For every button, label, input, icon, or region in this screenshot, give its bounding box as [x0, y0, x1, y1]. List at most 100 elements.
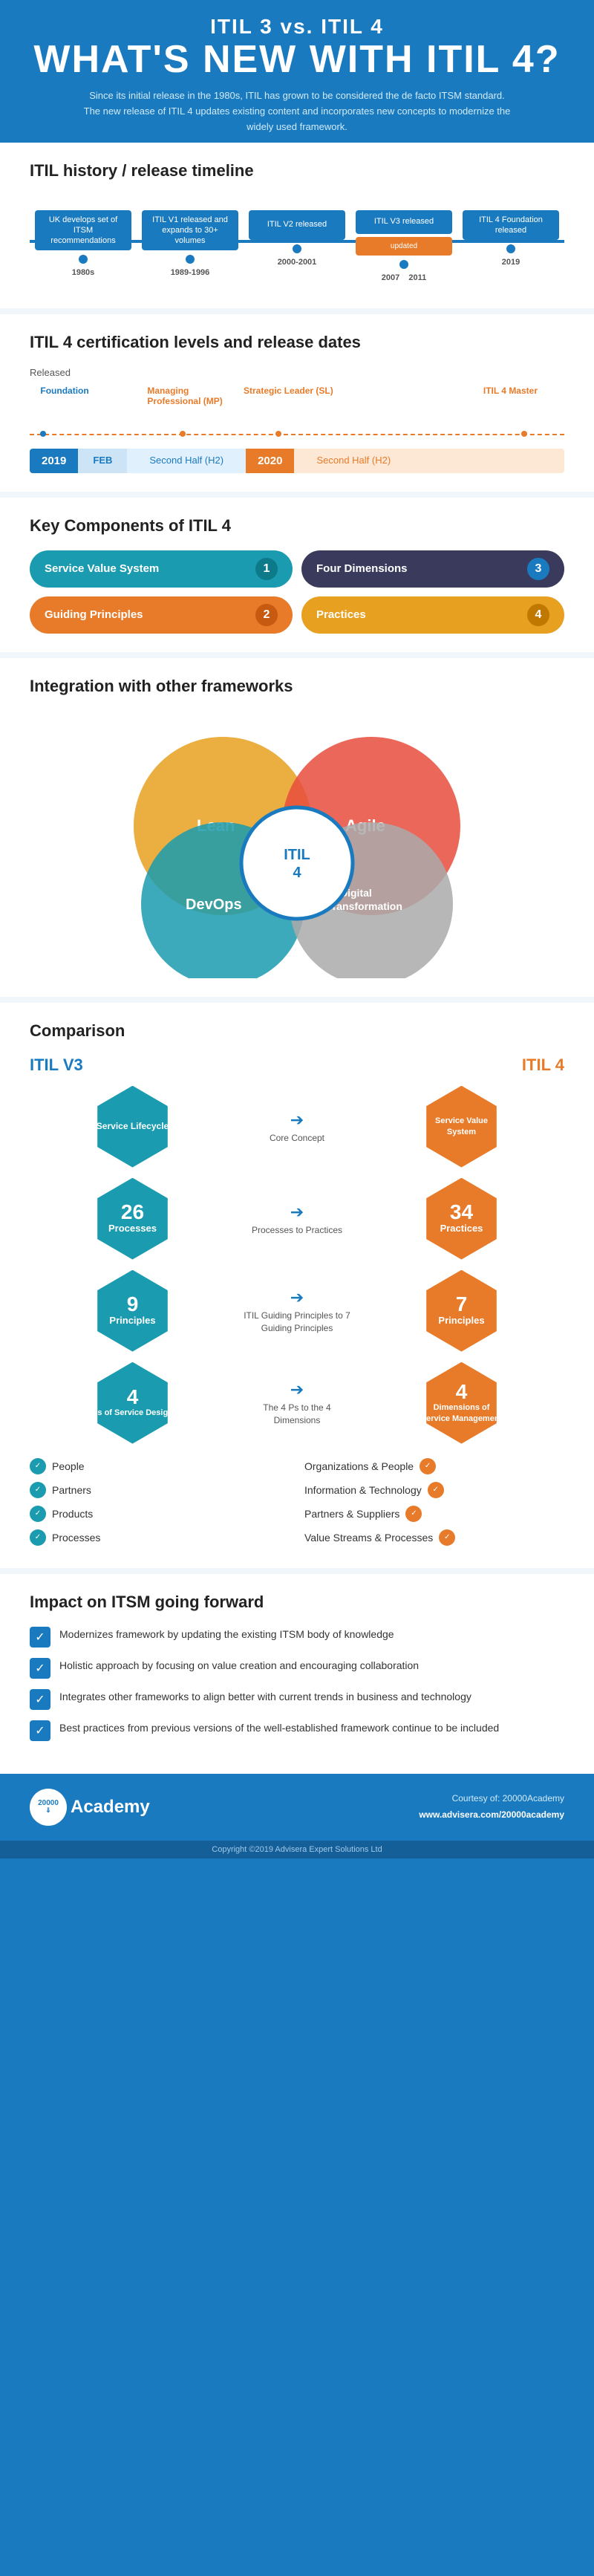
hex-26-processes: 26 Processes	[92, 1178, 174, 1260]
content-area: ITIL history / release timeline UK devel…	[0, 143, 594, 1774]
integration-title: Integration with other frameworks	[30, 677, 564, 696]
timeline-item-1: UK develops set of ITSM recommendations …	[30, 210, 137, 282]
impact-text-2: Holistic approach by focusing on value c…	[59, 1658, 419, 1674]
component-guiding[interactable]: Guiding Principles 2	[30, 596, 293, 634]
impact-text-3: Integrates other frameworks to align bet…	[59, 1689, 471, 1705]
hex-service-lifecycle: Service Lifecycle	[92, 1086, 174, 1168]
timeline-year-1: 1980s	[72, 268, 95, 277]
component-guiding-num: 2	[255, 604, 278, 626]
timeline-dot-2	[186, 255, 195, 264]
key-components-title: Key Components of ITIL 4	[30, 516, 564, 536]
itil4-text: ITIL	[284, 847, 310, 863]
timeline-dot-4	[399, 260, 408, 269]
cert-sl-label: Strategic Leader (SL)	[244, 386, 333, 396]
timeline-year-5: 2019	[502, 258, 520, 267]
component-practices-num: 4	[527, 604, 549, 626]
timeline-year-2: 1989-1996	[171, 268, 210, 277]
v4-item-1-text: Organizations & People	[304, 1460, 414, 1472]
footer-website[interactable]: www.advisera.com/20000academy	[419, 1807, 564, 1824]
comp-left-4: 4 Ps of Service Design	[30, 1362, 235, 1444]
v4-icon-4: ✓	[439, 1529, 455, 1546]
timeline-dot-5	[506, 244, 515, 253]
impact-check-2: ✓	[30, 1658, 50, 1679]
impact-check-4: ✓	[30, 1720, 50, 1741]
header-description: Since its initial release in the 1980s, …	[82, 88, 512, 134]
timeline-item-4: ITIL V3 released updated 2007 2011	[350, 210, 457, 282]
hex-service-value-system: Service Value System	[421, 1086, 503, 1168]
impact-item-4: ✓ Best practices from previous versions …	[30, 1720, 564, 1741]
hex-4-dimensions: 4 Dimensions of Service Management	[421, 1362, 503, 1444]
cert-h2-2020: Second Half (H2)	[294, 449, 564, 473]
v4-item-3-text: Partners & Suppliers	[304, 1508, 399, 1520]
cert-year-2019: 2019	[30, 449, 78, 473]
impact-item-1: ✓ Modernizes framework by updating the e…	[30, 1627, 564, 1648]
comp-concept-1: ➔ Core Concept	[241, 1109, 353, 1145]
timeline-box-5: ITIL 4 Foundation released	[463, 210, 559, 241]
component-four-dim-num: 3	[527, 558, 549, 580]
timeline-box-3: ITIL V2 released	[249, 210, 345, 240]
v4-list-item-1: Organizations & People ✓	[304, 1454, 564, 1478]
component-practices[interactable]: Practices 4	[301, 596, 564, 634]
timeline-year-4: 2007 2011	[382, 273, 427, 282]
impact-text-1: Modernizes framework by updating the exi…	[59, 1627, 394, 1642]
component-four-dim-label: Four Dimensions	[316, 562, 408, 575]
comp-row-3: 9 Principles ➔ ITIL Guiding Principles t…	[30, 1270, 564, 1352]
component-svs-label: Service Value System	[45, 562, 159, 575]
timeline-item-5: ITIL 4 Foundation released 2019	[457, 210, 564, 282]
footer-copyright: Copyright ©2019 Advisera Expert Solution…	[0, 1841, 594, 1858]
v4-icon-2: ✓	[428, 1482, 444, 1498]
timeline-box-4b: updated	[356, 237, 452, 256]
comp-concept-3: ➔ ITIL Guiding Principles to 7 Guiding P…	[241, 1287, 353, 1334]
comp-right-3: 7 Principles	[359, 1270, 564, 1352]
component-four-dim[interactable]: Four Dimensions 3	[301, 550, 564, 588]
timeline-item-2: ITIL V1 released and expands to 30+ volu…	[137, 210, 244, 282]
hex-7-principles: 7 Principles	[421, 1270, 503, 1352]
hex-34-practices: 34 Practices	[421, 1178, 503, 1260]
v3-icon-4: ✓	[30, 1529, 46, 1546]
v3-icon-1: ✓	[30, 1458, 46, 1474]
footer-logo-area: 20000 ⇓ Academy	[30, 1789, 150, 1826]
v3-list-item-2: ✓ Partners	[30, 1478, 290, 1502]
timeline-box-4a: ITIL V3 released	[356, 210, 452, 234]
component-guiding-label: Guiding Principles	[45, 608, 143, 621]
venn-svg: Lean Agile DevOps Digital Transformation…	[52, 711, 542, 978]
component-svs[interactable]: Service Value System 1	[30, 550, 293, 588]
v4-list-item-3: Partners & Suppliers ✓	[304, 1502, 564, 1526]
v3-item-2-text: Partners	[52, 1484, 91, 1496]
v4-list: Organizations & People ✓ Information & T…	[304, 1454, 564, 1549]
comp-left-2: 26 Processes	[30, 1178, 235, 1260]
devops-label: DevOps	[186, 897, 242, 913]
comparison-section: Comparison ITIL V3 ITIL 4 Service Lifecy…	[0, 1003, 594, 1568]
key-components-section: Key Components of ITIL 4 Service Value S…	[0, 498, 594, 652]
v3-list-item-1: ✓ People	[30, 1454, 290, 1478]
v3-list-item-3: ✓ Products	[30, 1502, 290, 1526]
v3-icon-2: ✓	[30, 1482, 46, 1498]
impact-section: Impact on ITSM going forward ✓ Modernize…	[0, 1574, 594, 1774]
cert-mp-label: ManagingProfessional (MP)	[147, 386, 222, 406]
footer-courtesy: Courtesy of: 20000Academy	[419, 1791, 564, 1807]
timeline-dot-3	[293, 244, 301, 253]
impact-check-1: ✓	[30, 1627, 50, 1648]
v3-item-4-text: Processes	[52, 1532, 100, 1544]
comparison-header: ITIL V3 ITIL 4	[30, 1056, 564, 1075]
timeline-title: ITIL history / release timeline	[30, 161, 564, 180]
v4-item-2-text: Information & Technology	[304, 1484, 422, 1496]
cert-foundation-label: Foundation	[40, 386, 88, 396]
impact-check-3: ✓	[30, 1689, 50, 1710]
cert-released-label: Released	[30, 367, 564, 378]
comp-right-2: 34 Practices	[359, 1178, 564, 1260]
comp-concept-4: ➔ The 4 Ps to the 4 Dimensions	[241, 1379, 353, 1426]
certification-section: ITIL 4 certification levels and release …	[0, 314, 594, 492]
comp-row-2: 26 Processes ➔ Processes to Practices 34…	[30, 1178, 564, 1260]
component-svs-num: 1	[255, 558, 278, 580]
timeline-wrap: UK develops set of ITSM recommendations …	[30, 195, 564, 290]
cert-year-2020: 2020	[246, 449, 294, 473]
header: ITIL 3 vs. ITIL 4 What's New with ITIL 4…	[0, 0, 594, 143]
venn-diagram: Lean Agile DevOps Digital Transformation…	[30, 711, 564, 978]
v4-icon-3: ✓	[405, 1506, 422, 1522]
timeline-box-1: UK develops set of ITSM recommendations	[35, 210, 131, 251]
v3-item-3-text: Products	[52, 1508, 93, 1520]
timeline-year-3: 2000-2001	[278, 258, 317, 267]
impact-text-4: Best practices from previous versions of…	[59, 1720, 499, 1736]
v3-label: ITIL V3	[30, 1056, 83, 1075]
